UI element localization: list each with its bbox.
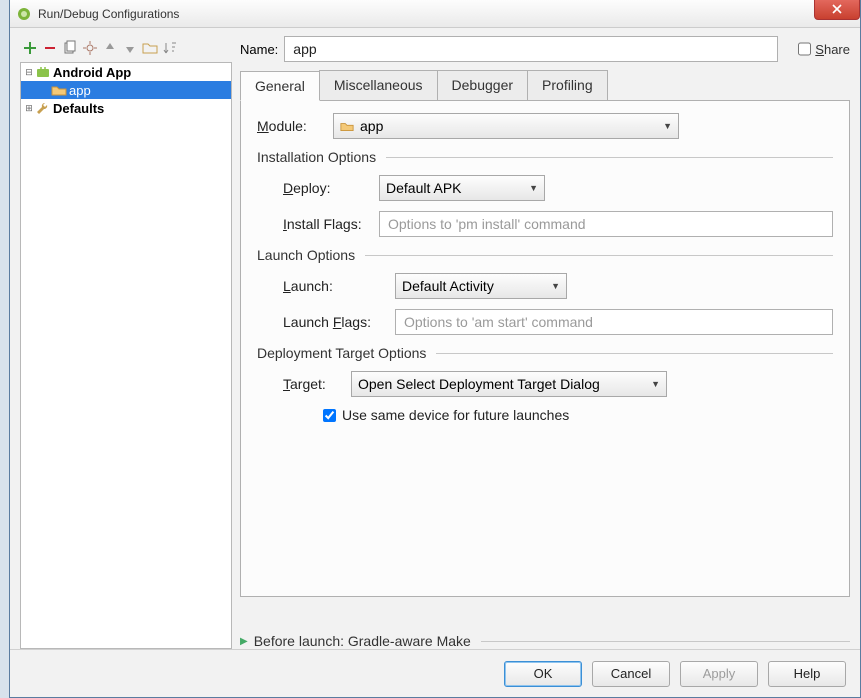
deploy-label: Deploy:: [283, 180, 379, 196]
tab-profiling[interactable]: Profiling: [527, 70, 608, 100]
name-input[interactable]: [284, 36, 778, 62]
move-down-icon[interactable]: [122, 40, 138, 56]
reuse-device-row: Use same device for future launches: [283, 407, 833, 423]
deploy-select[interactable]: Default APK ▼: [379, 175, 545, 201]
deploy-row: Deploy: Default APK ▼: [283, 175, 833, 201]
tab-debugger[interactable]: Debugger: [437, 70, 529, 100]
launch-row: Launch: Default Activity ▼: [283, 273, 833, 299]
before-launch-section[interactable]: ▶ Before launch: Gradle-aware Make: [240, 633, 850, 649]
target-value: Open Select Deployment Target Dialog: [358, 376, 600, 392]
share-checkbox[interactable]: Share: [798, 36, 850, 62]
name-row: Name: Share: [240, 36, 850, 62]
tree-label: Defaults: [51, 101, 104, 116]
folder-icon[interactable]: [142, 40, 158, 56]
chevron-down-icon: ▼: [663, 121, 672, 131]
apply-button[interactable]: Apply: [680, 661, 758, 687]
reuse-device-checkbox[interactable]: [323, 409, 336, 422]
titlebar: Run/Debug Configurations: [10, 0, 860, 28]
config-tree[interactable]: ⊟ Android App app ⊞ Defaults: [20, 62, 232, 649]
module-value: app: [360, 118, 383, 134]
tree-node-defaults[interactable]: ⊞ Defaults: [21, 99, 231, 117]
install-flags-row: Install Flags:: [283, 211, 833, 237]
deploy-value: Default APK: [386, 180, 462, 196]
expand-icon[interactable]: ⊞: [23, 103, 35, 114]
chevron-down-icon: ▼: [651, 379, 660, 389]
target-select[interactable]: Open Select Deployment Target Dialog ▼: [351, 371, 667, 397]
collapse-icon[interactable]: ⊟: [23, 67, 35, 78]
app-icon: [16, 6, 32, 22]
target-label: Target:: [283, 376, 351, 392]
android-icon: [35, 65, 51, 79]
chevron-down-icon: ▼: [551, 281, 560, 291]
module-label: Module:: [257, 118, 333, 134]
install-flags-input[interactable]: [379, 211, 833, 237]
tab-bar: General Miscellaneous Debugger Profiling: [240, 70, 850, 101]
chevron-down-icon: ▼: [529, 183, 538, 193]
launch-flags-row: Launch Flags:: [283, 309, 833, 335]
remove-icon[interactable]: [42, 40, 58, 56]
tree-node-app[interactable]: app: [21, 81, 231, 99]
launch-select[interactable]: Default Activity ▼: [395, 273, 567, 299]
dialog-window: Run/Debug Configurations ⊟ Android App: [9, 0, 861, 698]
copy-icon[interactable]: [62, 40, 78, 56]
launch-label: Launch:: [283, 278, 395, 294]
right-panel: Name: Share General Miscellaneous Debugg…: [240, 36, 850, 649]
add-icon[interactable]: [22, 40, 38, 56]
install-flags-label: Install Flags:: [283, 216, 379, 232]
launch-flags-label: Launch Flags:: [283, 314, 395, 330]
tree-label: Android App: [51, 65, 131, 80]
window-title: Run/Debug Configurations: [38, 7, 179, 21]
dialog-footer: OK Cancel Apply Help: [10, 649, 860, 697]
left-panel: ⊟ Android App app ⊞ Defaults: [20, 36, 232, 649]
tab-miscellaneous[interactable]: Miscellaneous: [319, 70, 438, 100]
module-icon: [51, 83, 67, 97]
ok-button[interactable]: OK: [504, 661, 582, 687]
expand-triangle-icon[interactable]: ▶: [240, 636, 248, 647]
sort-icon[interactable]: [162, 40, 178, 56]
close-button[interactable]: [814, 0, 860, 20]
tree-label: app: [67, 83, 91, 98]
cancel-button[interactable]: Cancel: [592, 661, 670, 687]
wrench-icon: [35, 101, 51, 115]
launch-options-header: Launch Options: [257, 247, 833, 263]
deployment-target-header: Deployment Target Options: [257, 345, 833, 361]
tab-general[interactable]: General: [240, 71, 320, 101]
installation-options-header: Installation Options: [257, 149, 833, 165]
name-label: Name:: [240, 42, 278, 57]
tree-node-android-app[interactable]: ⊟ Android App: [21, 63, 231, 81]
tab-general-body: Module: app ▼ Installation Options Deplo…: [240, 101, 850, 597]
launch-value: Default Activity: [402, 278, 494, 294]
module-row: Module: app ▼: [257, 113, 833, 139]
config-toolbar: [20, 36, 232, 60]
move-up-icon[interactable]: [102, 40, 118, 56]
settings-icon[interactable]: [82, 40, 98, 56]
content-area: ⊟ Android App app ⊞ Defaults Name:: [10, 28, 860, 649]
module-icon: [340, 120, 354, 132]
launch-flags-input[interactable]: [395, 309, 833, 335]
share-checkbox-input[interactable]: [798, 36, 811, 62]
module-select[interactable]: app ▼: [333, 113, 679, 139]
help-button[interactable]: Help: [768, 661, 846, 687]
target-row: Target: Open Select Deployment Target Di…: [283, 371, 833, 397]
reuse-device-label: Use same device for future launches: [342, 407, 569, 423]
